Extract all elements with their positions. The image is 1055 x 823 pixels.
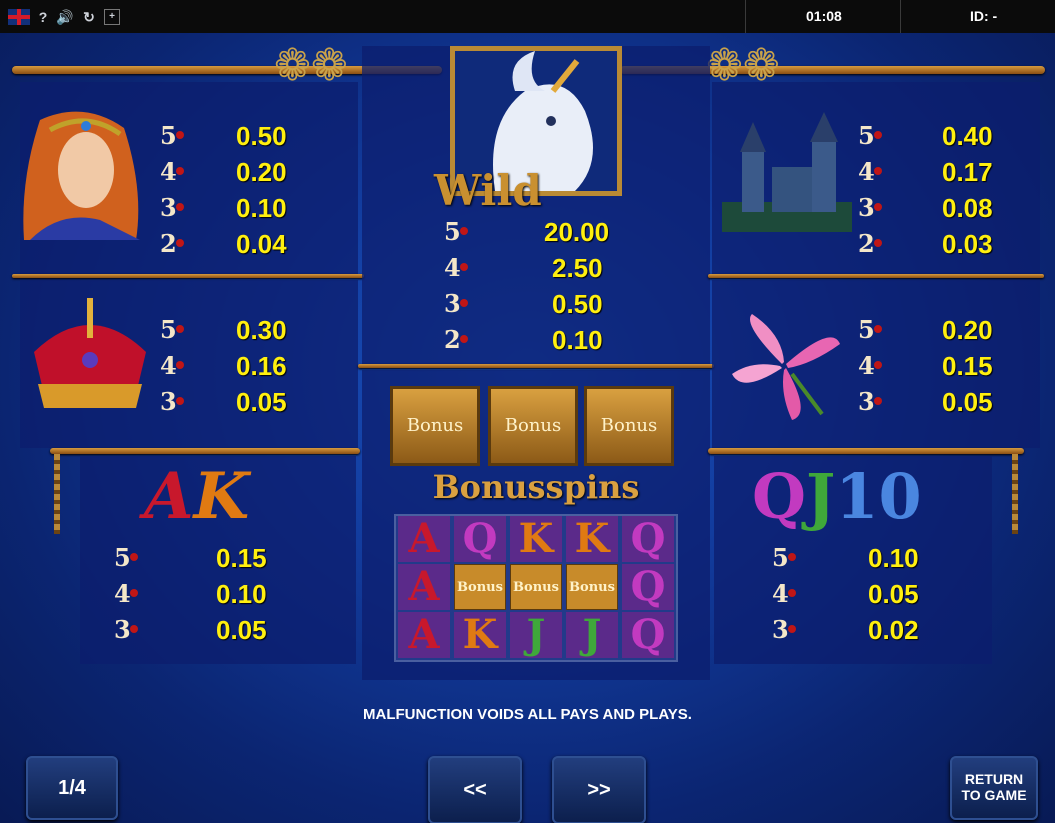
grid-bonus-tile: Bonus (566, 564, 618, 610)
grid-symbol-a: A (398, 516, 450, 562)
rope-decoration (54, 454, 60, 534)
bonus-panel: Bonus Bonus Bonus Bonusspins A Q K K Q A Bonus… (362, 370, 710, 680)
return-to-game-button[interactable]: RETURN TO GAME (950, 756, 1038, 820)
previous-page-button[interactable]: << (428, 756, 522, 823)
lily-panel: 5 0.20 4 0.15 3 0.05 (712, 280, 1040, 448)
fullscreen-icon[interactable]: + (104, 9, 120, 25)
divider (745, 0, 746, 33)
bonus-tile: Bonus (390, 386, 480, 466)
grid-symbol-j: J (510, 612, 562, 658)
castle-symbol (722, 112, 852, 232)
grid-symbol-k: K (510, 516, 562, 562)
grid-symbol-q: Q (454, 516, 506, 562)
grid-symbol-q: Q (622, 516, 674, 562)
grid-symbol-k: K (566, 516, 618, 562)
page-indicator-button[interactable]: 1/4 (26, 756, 118, 820)
paytable-screen: ? 🔊 ↻ + 01:08 ID: - ❁❁ ❁❁ 5 0.50 4 0.20 30… (0, 0, 1055, 823)
bonus-tile: Bonus (488, 386, 578, 466)
qj10-panel: QJ10 5 0.10 4 0.05 3 0.02 (714, 456, 992, 664)
rope-decoration (1012, 454, 1018, 534)
qj10-symbol: QJ10 (752, 460, 922, 533)
top-status-bar: ? 🔊 ↻ + 01:08 ID: - (0, 0, 1055, 33)
grid-symbol-q: Q (622, 612, 674, 658)
wild-label: Wild (434, 166, 542, 215)
ak-symbol: AK (144, 459, 250, 534)
return-label-line1: RETURN (964, 771, 1024, 787)
divider (12, 274, 364, 278)
divider (900, 0, 901, 33)
refresh-icon[interactable]: ↻ (80, 8, 98, 26)
clock-text: 01:08 (806, 8, 842, 24)
malfunction-notice: MALFUNCTION VOIDS ALL PAYS AND PLAYS. (363, 706, 692, 723)
castle-panel: 5 0.40 4 0.17 3 0.08 2 0.03 (712, 82, 1040, 274)
divider (358, 364, 714, 368)
grid-bonus-tile: Bonus (454, 564, 506, 610)
right-bottom-shelf (708, 448, 1024, 454)
left-bottom-shelf (50, 448, 360, 454)
maiden-panel: 5 0.50 4 0.20 3 0.10 2 0.04 (20, 82, 358, 274)
crown-panel: 5 0.30 4 0.16 3 0.05 (20, 280, 358, 448)
bonusspins-example-grid: A Q K K Q A Bonus Bonus Bonus Q A K J J Q (394, 514, 678, 662)
bonus-tile: Bonus (584, 386, 674, 466)
return-label-line2: TO GAME (961, 787, 1027, 803)
grid-symbol-j: J (566, 612, 618, 658)
ak-panel: AK 5 0.15 4 0.10 3 0.05 (80, 456, 356, 664)
grid-symbol-a: A (398, 564, 450, 610)
help-icon[interactable]: ? (34, 8, 52, 26)
grid-symbol-k: K (454, 612, 506, 658)
sound-icon[interactable]: 🔊 (56, 8, 74, 26)
grid-symbol-q: Q (622, 564, 674, 610)
divider (708, 274, 1044, 278)
grid-symbol-a: A (398, 612, 450, 658)
grid-bonus-tile: Bonus (510, 564, 562, 610)
crown-symbol (34, 298, 146, 408)
session-id-text: ID: - (970, 8, 998, 24)
language-flag-icon[interactable] (8, 9, 30, 25)
lily-symbol (732, 314, 840, 420)
next-page-button[interactable]: >> (552, 756, 646, 823)
bonusspins-title: Bonusspins (432, 468, 640, 506)
wild-panel: Wild 5 20.00 4 2.50 3 0.50 2 0.10 (362, 46, 710, 366)
maiden-symbol (23, 111, 140, 240)
